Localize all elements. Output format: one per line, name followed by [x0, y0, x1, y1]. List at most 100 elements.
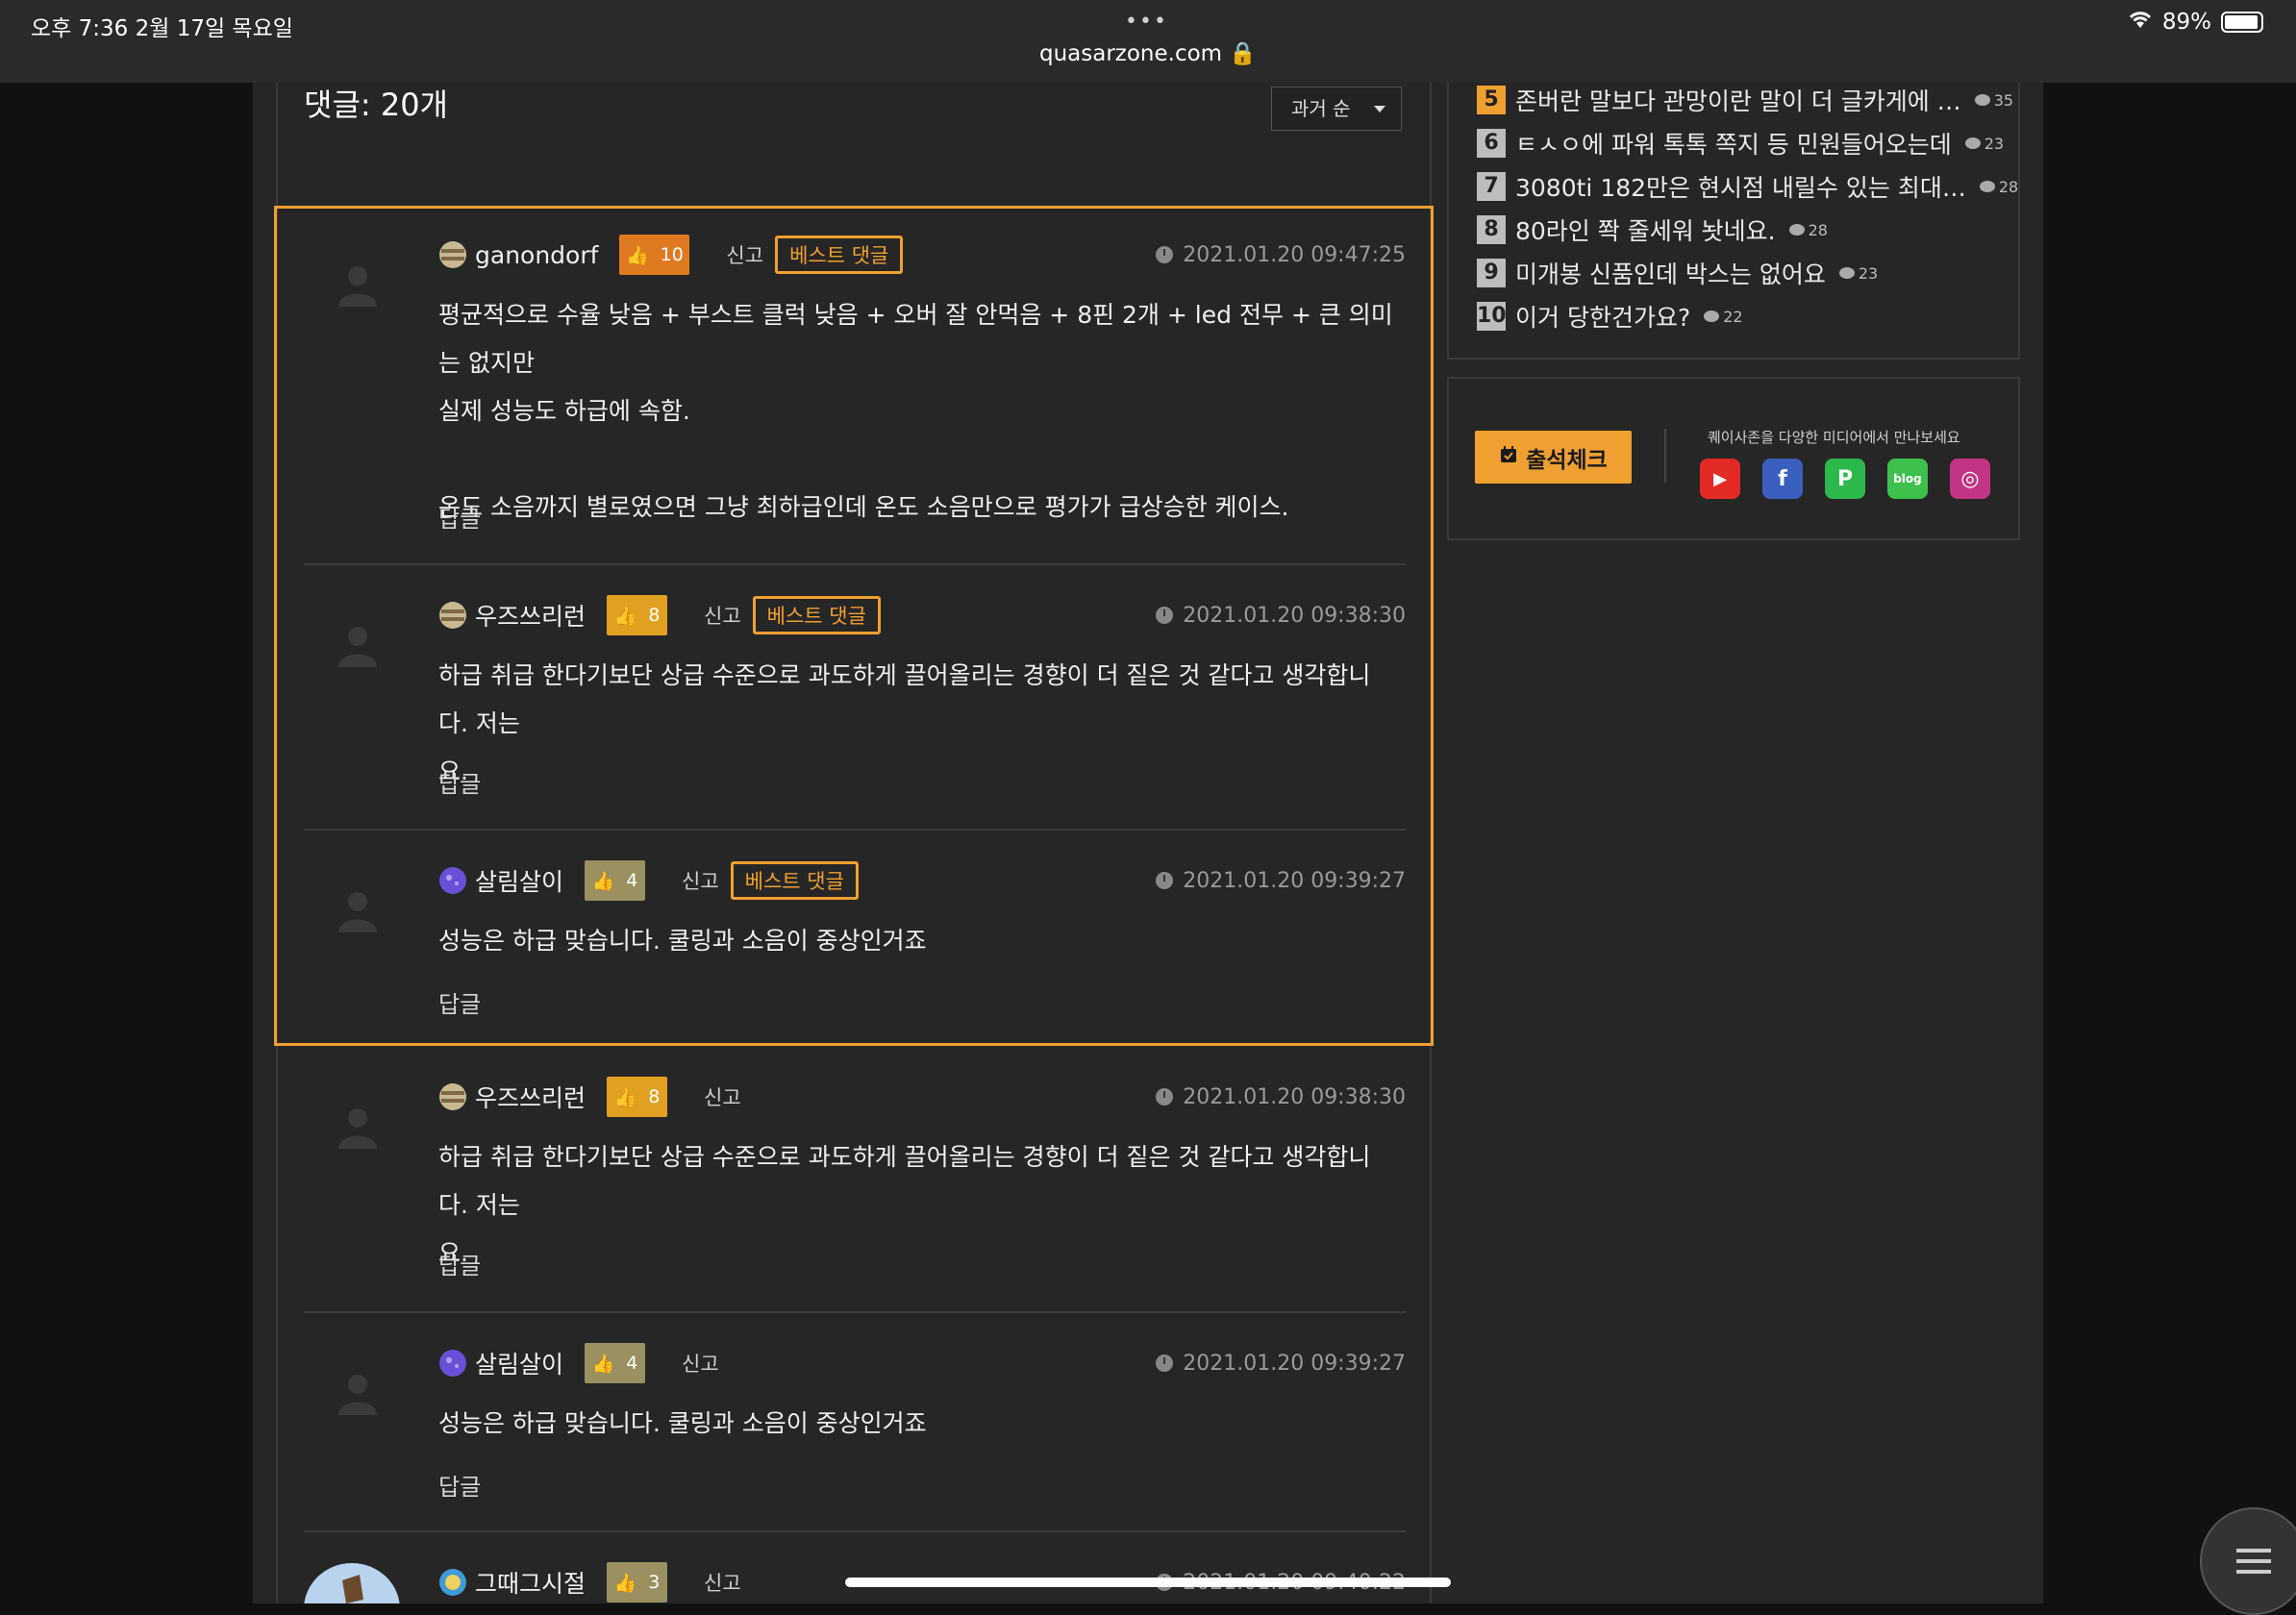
username[interactable]: 살림살이 [475, 863, 563, 898]
hamburger-line [2236, 1559, 2271, 1563]
speech-bubble-icon [1979, 181, 1995, 192]
like-button[interactable]: 👍 10 [619, 235, 690, 275]
comment-meta: 살림살이 👍 4 신고 베스트 댓글 [438, 859, 859, 902]
comment-meta: ganondorf 👍 10 신고 베스트 댓글 [438, 234, 904, 276]
speech-bubble-icon [1704, 311, 1720, 322]
report-button[interactable]: 신고 [704, 1568, 741, 1597]
username[interactable]: 우즈쓰리런 [475, 1080, 586, 1114]
comment-item: 우즈쓰리런 👍 8 신고 베스트 댓글 2021.01.20 09:38:30 하… [304, 594, 1406, 815]
like-count: 10 [660, 244, 684, 265]
reply-button[interactable]: 답글 [438, 765, 481, 799]
report-button[interactable]: 신고 [704, 601, 741, 630]
ranking-item[interactable]: 10 이거 당한건가요? 22 [1477, 297, 1743, 335]
comment-divider [304, 563, 1406, 565]
like-button[interactable]: 👍 3 [607, 1562, 668, 1603]
speech-bubble-icon [1838, 267, 1855, 279]
reply-button[interactable]: 답글 [438, 1247, 481, 1280]
username[interactable]: ganondorf [475, 241, 598, 269]
instagram-icon[interactable]: ◎ [1950, 459, 1990, 499]
report-button[interactable]: 신고 [704, 1082, 741, 1111]
speech-bubble-icon [1788, 224, 1805, 236]
ranking-item[interactable]: 5 존버란 말보다 관망이란 말이 더 글카게에 … 35 [1477, 81, 2013, 119]
clock-icon [1156, 246, 1174, 263]
comment-item: 우즈쓰리런 👍 8 신고 2021.01.20 09:38:30 하급 취급 한다… [304, 1076, 1406, 1297]
rank-number: 6 [1477, 129, 1506, 158]
reply-button[interactable]: 답글 [438, 500, 481, 534]
like-count: 4 [626, 1353, 638, 1374]
comment-count: 22 [1704, 308, 1743, 326]
comment-count: 23 [1964, 134, 2005, 153]
lock-icon: 🔒 [1229, 41, 1258, 66]
rank-title: ㅌㅅㅇ에 파워 톡톡 쪽지 등 민원들어오는데 [1515, 131, 1952, 159]
report-button[interactable]: 신고 [682, 1349, 719, 1378]
ranking-item[interactable]: 6 ㅌㅅㅇ에 파워 톡톡 쪽지 등 민원들어오는데 23 [1477, 124, 2004, 162]
like-count: 8 [648, 1086, 661, 1107]
rank-number: 10 [1477, 302, 1507, 331]
default-avatar-icon [338, 627, 377, 667]
sort-label: 과거 순 [1291, 97, 1351, 120]
sort-dropdown[interactable]: 과거 순 [1271, 87, 1402, 131]
report-button[interactable]: 신고 [682, 866, 719, 895]
rank-number: 5 [1477, 86, 1506, 114]
user-level-icon [439, 241, 466, 268]
like-count: 4 [626, 870, 638, 891]
naver-post-icon[interactable]: P [1825, 459, 1865, 499]
facebook-icon[interactable]: f [1762, 459, 1803, 499]
best-comment-badge: 베스트 댓글 [775, 236, 904, 274]
count-text: 35 [1993, 90, 2014, 110]
attendance-check-button[interactable]: 출석체크 [1475, 431, 1632, 484]
clock-icon [1156, 1088, 1174, 1106]
comment-body: 성능은 하급 맞습니다. 쿨링과 소음이 중상인거죠 [438, 927, 927, 955]
like-button[interactable]: 👍 8 [607, 595, 668, 635]
rank-number: 7 [1477, 172, 1506, 201]
thumbs-up-icon: 👍 [591, 1353, 615, 1375]
rank-title: 3080ti 182만은 현시점 내릴수 있는 최대… [1515, 174, 1966, 202]
comment-body: 평균적으로 수율 낮음 + 부스트 클럭 낮음 + 오버 잘 안먹음 + 8핀 … [438, 301, 1393, 521]
count-text: 23 [1984, 134, 2005, 153]
user-level-icon [439, 1350, 466, 1377]
report-button[interactable]: 신고 [726, 240, 763, 269]
youtube-icon[interactable]: ▶ [1700, 459, 1740, 499]
username[interactable]: 우즈쓰리런 [475, 598, 586, 633]
comment-body: 하급 취급 한다기보단 상급 수준으로 과도하게 끌어올리는 경향이 더 짙은 … [438, 1143, 1371, 1267]
attendance-label: 출석체크 [1526, 447, 1608, 473]
comment-body: 하급 취급 한다기보단 상급 수준으로 과도하게 끌어올리는 경향이 더 짙은 … [438, 661, 1371, 785]
ranking-item[interactable]: 8 80라인 쫙 줄세워 놧네요. 28 [1477, 211, 1828, 249]
ranking-item[interactable]: 7 3080ti 182만은 현시점 내릴수 있는 최대… 28 [1477, 167, 2018, 206]
comment-count: 23 [1838, 264, 1878, 283]
browser-more-icon[interactable]: ••• [1125, 10, 1168, 34]
menu-fab-button[interactable] [2200, 1507, 2296, 1615]
clock-icon [1156, 1354, 1174, 1372]
divider [1664, 429, 1666, 483]
username[interactable]: 그때그시절 [475, 1565, 586, 1600]
comment-meta: 우즈쓰리런 👍 8 신고 베스트 댓글 [438, 594, 881, 636]
home-indicator[interactable] [845, 1578, 1451, 1587]
rank-number: 9 [1477, 259, 1506, 287]
naver-blog-icon[interactable]: blog [1887, 459, 1928, 499]
comment-body: 성능은 하급 맞습니다. 쿨링과 소음이 중상인거죠 [438, 1409, 927, 1437]
user-level-icon [439, 867, 466, 894]
speech-bubble-icon [1964, 137, 1981, 149]
reply-button[interactable]: 답글 [438, 985, 481, 1019]
ranking-item[interactable]: 9 미개봉 신품인데 박스는 없어요 23 [1477, 254, 1878, 292]
like-button[interactable]: 👍 4 [585, 860, 646, 901]
user-level-icon [439, 1569, 466, 1596]
default-avatar-icon [338, 1375, 377, 1415]
count-text: 28 [1808, 220, 1828, 239]
comment-date: 2021.01.20 09:47:25 [1156, 234, 1406, 276]
comment-meta: 그때그시절 👍 3 신고 [438, 1561, 741, 1603]
username[interactable]: 살림살이 [475, 1346, 563, 1380]
default-avatar-icon [338, 892, 377, 932]
like-count: 8 [648, 605, 661, 626]
comment-divider [304, 1530, 1406, 1532]
comment-count: 35 [1974, 90, 2014, 110]
like-button[interactable]: 👍 4 [585, 1343, 646, 1383]
reply-button[interactable]: 답글 [438, 1468, 481, 1502]
status-bar: 오후 7:36 2월 17일 목요일 ••• quasarzone.com 🔒 … [0, 0, 2296, 83]
comment-item: 살림살이 👍 4 신고 2021.01.20 09:39:27 성능은 하급 맞습… [304, 1342, 1406, 1515]
thumbs-up-icon: 👍 [625, 244, 649, 266]
clock-icon [1156, 607, 1174, 624]
like-button[interactable]: 👍 8 [607, 1077, 668, 1117]
address-bar[interactable]: quasarzone.com 🔒 [0, 40, 2296, 66]
wifi-icon [2128, 10, 2153, 35]
